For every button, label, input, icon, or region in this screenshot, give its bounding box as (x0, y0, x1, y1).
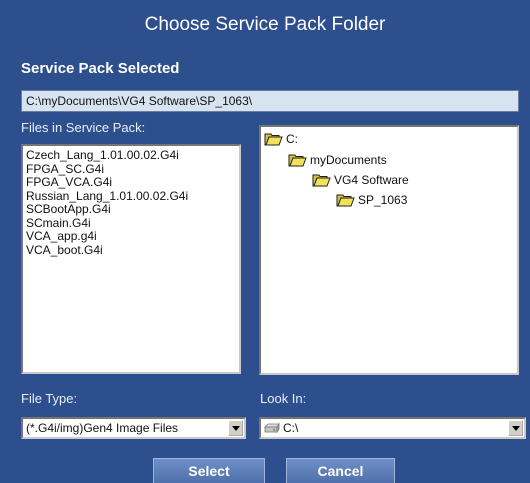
file-item[interactable]: Czech_Lang_1.01.00.02.G4i (26, 148, 239, 163)
service-pack-selected-label: Service Pack Selected (21, 60, 180, 77)
open-folder-icon (288, 154, 307, 167)
cancel-button[interactable]: Cancel (286, 458, 395, 483)
dialog-title: Choose Service Pack Folder (144, 14, 386, 35)
look-in-value: C:\ (283, 421, 299, 435)
choose-service-pack-dialog: Choose Service Pack Folder Service Pack … (0, 0, 530, 483)
tree-node-label: VG4 Software (334, 173, 409, 187)
file-item[interactable]: SCmain.G4i (26, 216, 239, 231)
tree-node-label: SP_1063 (358, 193, 408, 207)
open-folder-icon (264, 133, 283, 146)
select-button[interactable]: Select (153, 458, 265, 483)
chevron-down-icon (511, 425, 520, 431)
file-item[interactable]: Russian_Lang_1.01.00.02.G4i (26, 189, 239, 204)
look-in-label: Look In: (260, 391, 307, 406)
file-item[interactable]: SCBootApp.G4i (26, 202, 239, 217)
file-item[interactable]: VCA_boot.G4i (26, 243, 239, 258)
tree-node-sp-1063[interactable]: SP_1063 (336, 192, 407, 208)
file-item[interactable]: FPGA_SC.G4i (26, 162, 239, 177)
tree-node-mydocuments[interactable]: myDocuments (288, 152, 387, 168)
tree-node-label: myDocuments (310, 153, 387, 167)
file-item[interactable]: FPGA_VCA.G4i (26, 175, 239, 190)
files-list[interactable]: Czech_Lang_1.01.00.02.G4i FPGA_SC.G4i FP… (21, 144, 241, 374)
hard-drive-icon (264, 422, 280, 434)
tree-node-label: C: (286, 132, 298, 146)
open-folder-icon (336, 194, 355, 207)
dropdown-arrow-button[interactable] (228, 420, 243, 436)
folder-tree[interactable]: C: myDocuments VG4 Software SP_1063 (259, 125, 519, 375)
chevron-down-icon (231, 425, 240, 431)
file-type-select[interactable]: (*.G4i/img)Gen4 Image Files (21, 417, 246, 439)
open-folder-icon (312, 174, 331, 187)
tree-node-vg4-software[interactable]: VG4 Software (312, 172, 409, 188)
file-type-label: File Type: (21, 391, 78, 406)
file-type-value: (*.G4i/img)Gen4 Image Files (26, 421, 179, 435)
dropdown-arrow-button[interactable] (508, 420, 523, 436)
look-in-select[interactable]: C:\ (259, 417, 526, 439)
files-in-service-pack-label: Files in Service Pack: (21, 120, 146, 135)
selected-path-field[interactable]: C:\myDocuments\VG4 Software\SP_1063\ (21, 90, 519, 112)
file-item[interactable]: VCA_app.g4i (26, 229, 239, 244)
tree-node-c-drive[interactable]: C: (264, 131, 298, 147)
